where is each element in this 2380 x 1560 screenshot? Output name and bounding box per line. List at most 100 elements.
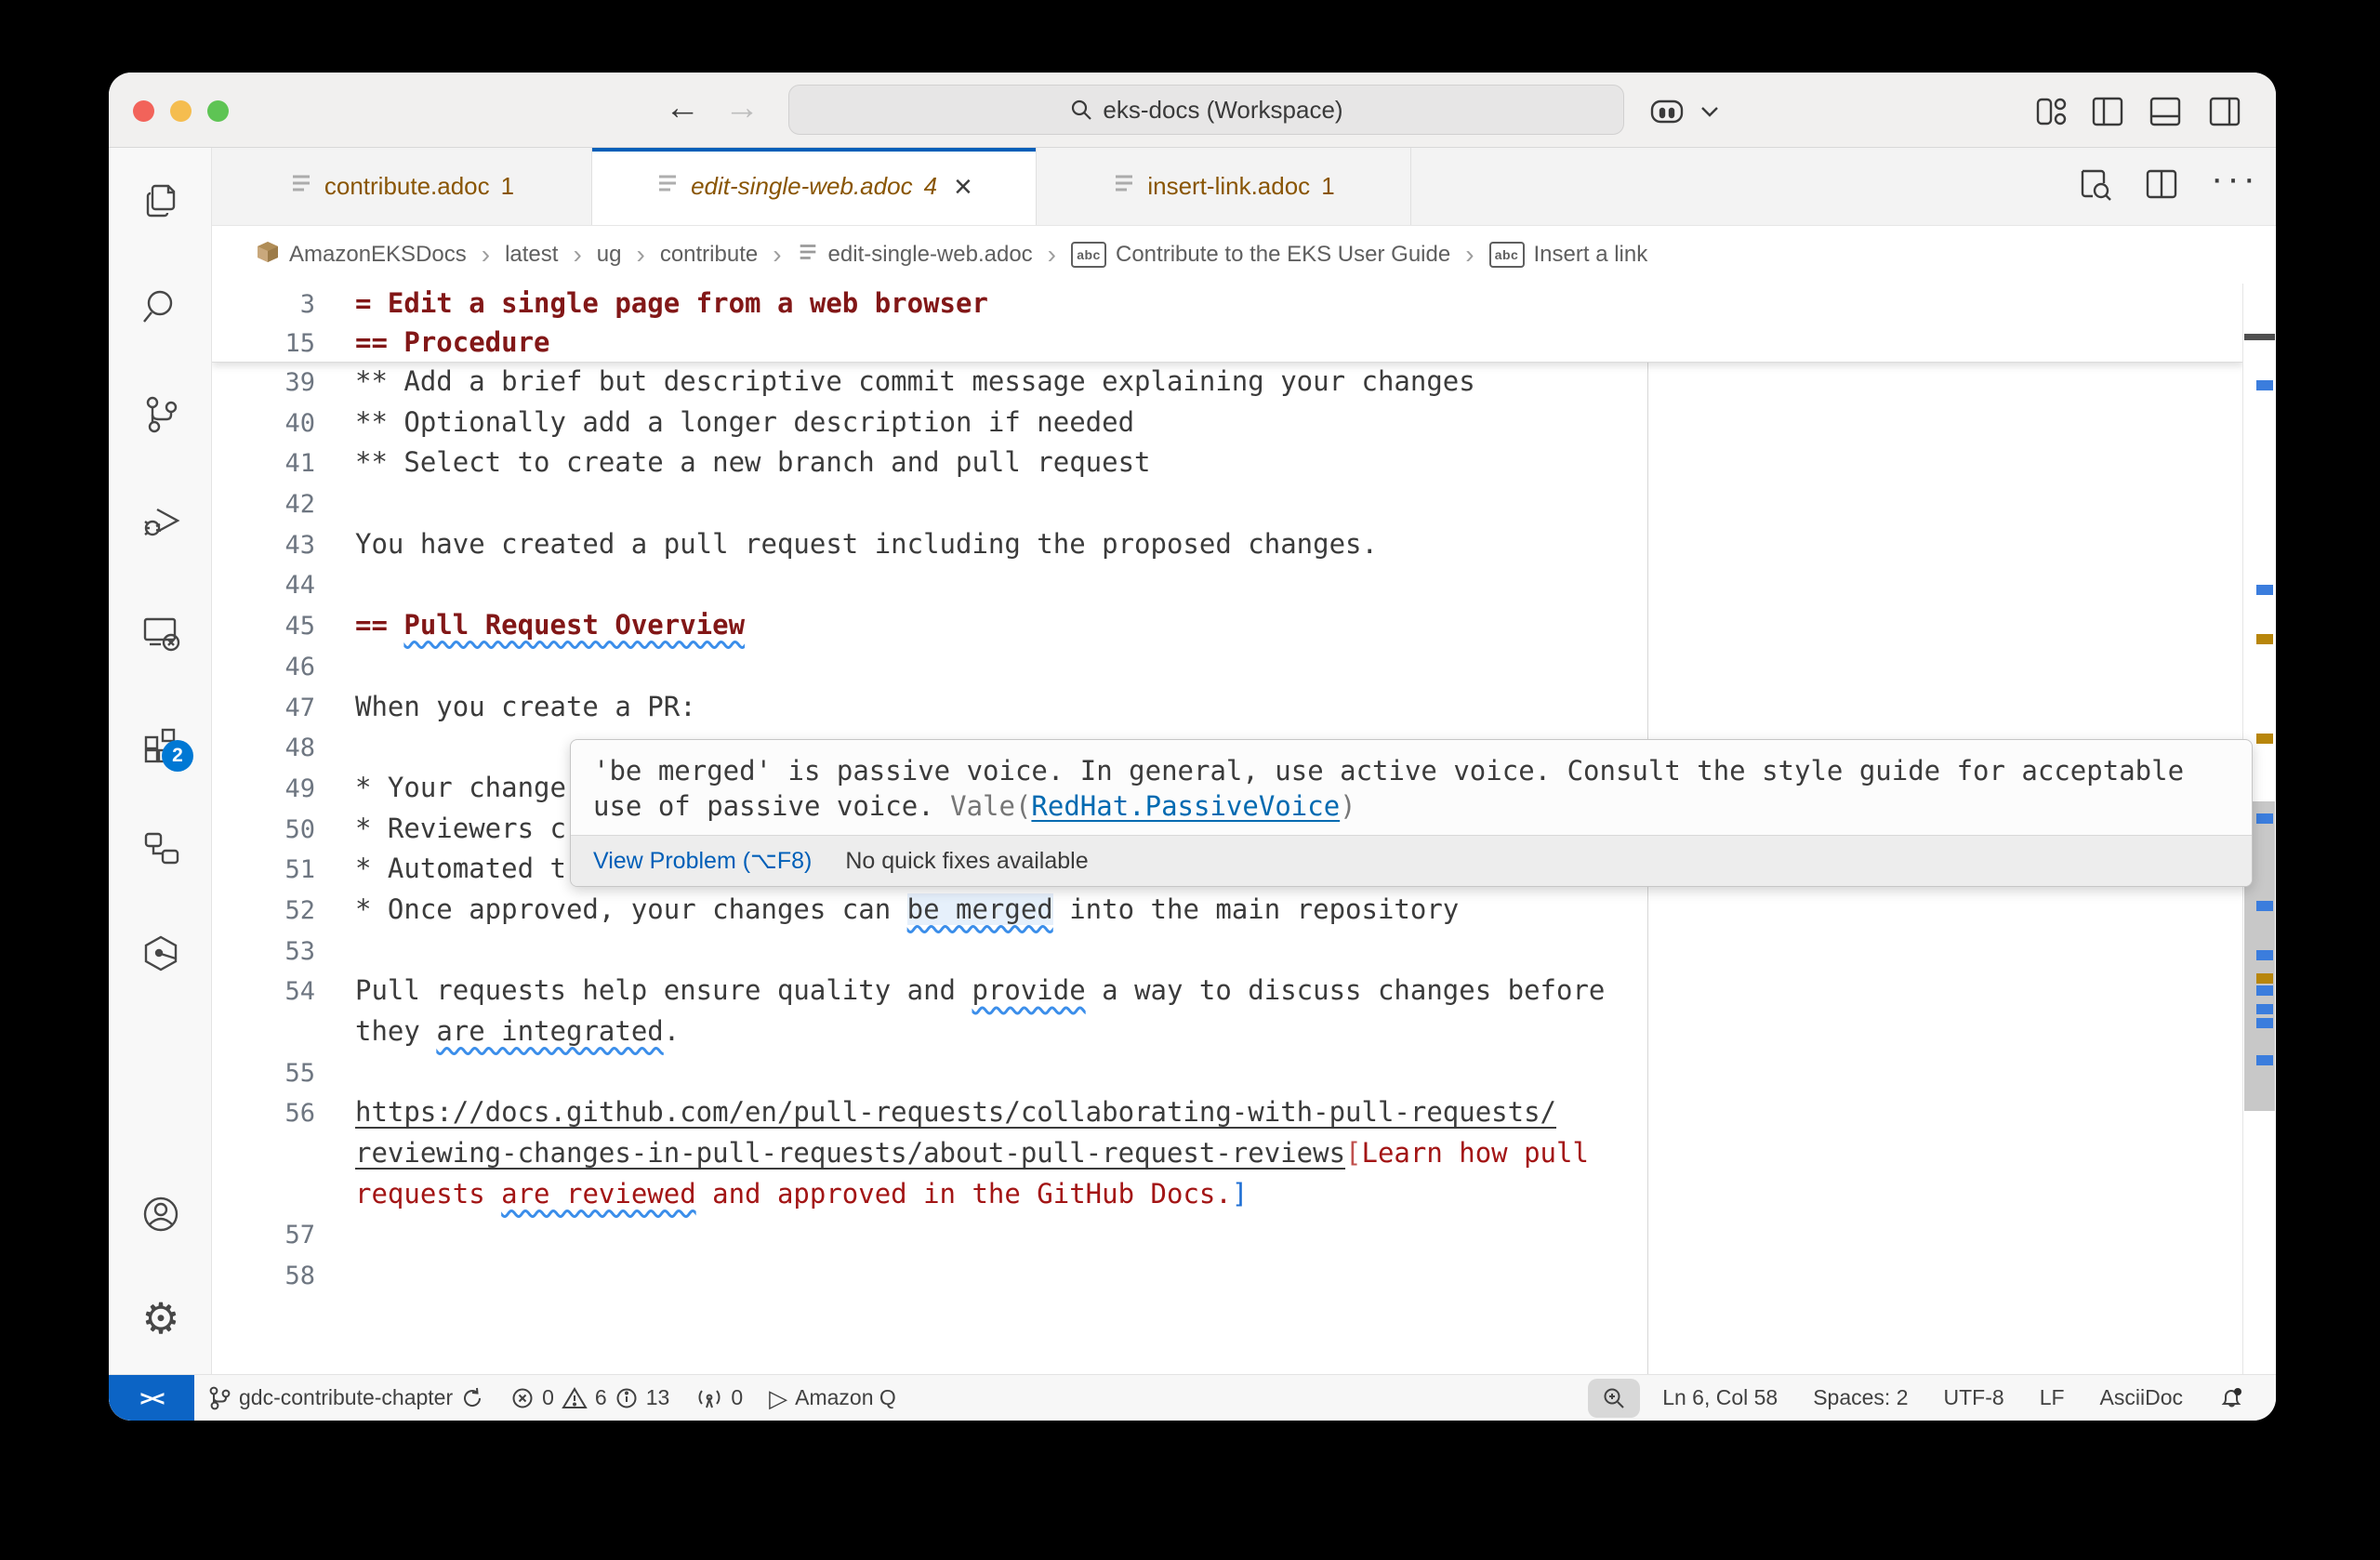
editor-line[interactable]: requests are reviewed and approved in th…	[212, 1174, 2243, 1215]
tab-label: insert-link.adoc	[1147, 172, 1310, 201]
editor[interactable]: 3= Edit a single page from a web browser…	[212, 284, 2276, 1374]
editor-line[interactable]: 45== Pull Request Overview	[212, 605, 2243, 646]
aws-hexagon-icon[interactable]	[139, 932, 182, 974]
cursor-position[interactable]: Ln 6, Col 58	[1649, 1375, 1791, 1421]
line-number[interactable]: 44	[212, 565, 315, 606]
source-control-icon[interactable]	[139, 393, 182, 436]
breadcrumb-item[interactable]: abcContribute to the EKS User Guide	[1071, 242, 1450, 268]
editor-line[interactable]: 43You have created a pull request includ…	[212, 524, 2243, 565]
search-icon[interactable]	[139, 285, 182, 328]
indentation[interactable]: Spaces: 2	[1800, 1375, 1921, 1421]
line-number[interactable]: 46	[212, 647, 315, 688]
run-debug-icon[interactable]	[139, 501, 182, 544]
editor-line[interactable]: reviewing-changes-in-pull-requests/about…	[212, 1133, 2243, 1174]
line-number[interactable]: 54	[212, 972, 315, 1012]
close-tab-icon[interactable]: ×	[954, 173, 972, 201]
encoding[interactable]: UTF-8	[1931, 1375, 2017, 1421]
breadcrumb-item[interactable]: ug	[597, 242, 622, 268]
view-problem-link[interactable]: View Problem (⌥F8)	[593, 847, 812, 875]
line-number[interactable]: 56	[212, 1093, 315, 1134]
line-number[interactable]: 41	[212, 443, 315, 484]
customize-layout-icon[interactable]	[2033, 93, 2070, 130]
line-number[interactable]: 51	[212, 850, 315, 891]
notifications-bell[interactable]	[2205, 1375, 2257, 1421]
remote-indicator[interactable]: ><	[109, 1375, 194, 1421]
toggle-panel-icon[interactable]	[2147, 93, 2184, 130]
overview-mark	[2256, 1055, 2273, 1065]
editor-line[interactable]: 3= Edit a single page from a web browser	[212, 284, 2243, 323]
back-arrow-icon[interactable]: ←	[665, 87, 700, 128]
editor-line[interactable]: 39** Add a brief but descriptive commit …	[212, 362, 2243, 403]
line-number[interactable]: 43	[212, 525, 315, 566]
editor-line[interactable]: 15== Procedure	[212, 323, 2243, 362]
editor-line[interactable]: 44	[212, 564, 2243, 605]
tab-insert-link.adoc[interactable]: insert-link.adoc1	[1037, 148, 1411, 225]
toggle-primary-sidebar-icon[interactable]	[2089, 93, 2126, 130]
close-window-button[interactable]	[133, 100, 154, 122]
editor-line[interactable]: 46	[212, 646, 2243, 687]
editor-line[interactable]: 54Pull requests help ensure quality and …	[212, 971, 2243, 1011]
language-mode[interactable]: AsciiDoc	[2087, 1375, 2196, 1421]
open-preview-icon[interactable]	[2077, 166, 2112, 206]
split-editor-icon[interactable]	[2144, 166, 2179, 206]
line-number[interactable]: 39	[212, 363, 315, 403]
eol-sequence[interactable]: LF	[2027, 1375, 2078, 1421]
line-number[interactable]: 15	[212, 324, 315, 364]
line-number[interactable]: 3	[212, 285, 315, 324]
tab-contribute.adoc[interactable]: contribute.adoc1	[212, 148, 592, 225]
line-number[interactable]: 58	[212, 1256, 315, 1297]
line-number[interactable]: 40	[212, 403, 315, 444]
sticky-scroll[interactable]: 3= Edit a single page from a web browser…	[212, 284, 2243, 363]
editor-line[interactable]: 55	[212, 1052, 2243, 1093]
line-number[interactable]: 49	[212, 769, 315, 810]
line-number[interactable]: 47	[212, 688, 315, 729]
remote-explorer-icon[interactable]	[139, 612, 182, 654]
line-number[interactable]: 53	[212, 932, 315, 972]
chevron-down-icon[interactable]	[1691, 93, 1728, 130]
forward-arrow-icon[interactable]: →	[724, 87, 760, 128]
toggle-secondary-sidebar-icon[interactable]	[2206, 93, 2243, 130]
breadcrumb-item[interactable]: contribute	[660, 242, 758, 268]
editor-line[interactable]: 56https://docs.github.com/en/pull-reques…	[212, 1092, 2243, 1133]
zoom-status-button[interactable]	[1588, 1379, 1640, 1418]
breadcrumb-item[interactable]: abcInsert a link	[1489, 242, 1648, 268]
copilot-icon[interactable]	[1648, 93, 1686, 130]
explorer-icon[interactable]	[139, 179, 182, 222]
editor-line[interactable]: 53	[212, 931, 2243, 972]
problems-item[interactable]: 0 6 13	[497, 1375, 682, 1421]
extensions-icon[interactable]: 2	[139, 721, 182, 764]
editor-line[interactable]: 58	[212, 1255, 2243, 1296]
editor-line[interactable]: 42	[212, 483, 2243, 524]
more-actions-icon[interactable]: ···	[2211, 169, 2259, 205]
line-number[interactable]: 52	[212, 891, 315, 932]
broadcast-item[interactable]: 0	[682, 1375, 756, 1421]
hierarchy-icon[interactable]	[139, 826, 182, 868]
editor-line[interactable]: 41** Select to create a new branch and p…	[212, 443, 2243, 483]
tab-edit-single-web.adoc[interactable]: edit-single-web.adoc4×	[592, 148, 1037, 225]
settings-gear-icon[interactable]: ⚙	[139, 1297, 182, 1340]
editor-line[interactable]: they are integrated.	[212, 1011, 2243, 1052]
vale-rule-link[interactable]: RedHat.PassiveVoice	[1031, 790, 1340, 822]
line-number[interactable]: 55	[212, 1053, 315, 1094]
line-number[interactable]: 42	[212, 484, 315, 525]
editor-line[interactable]: 57	[212, 1214, 2243, 1255]
branch-item[interactable]: gdc-contribute-chapter	[194, 1375, 497, 1421]
editor-line[interactable]: 47When you create a PR:	[212, 687, 2243, 728]
line-number[interactable]: 45	[212, 606, 315, 647]
line-number[interactable]: 57	[212, 1215, 315, 1256]
line-number[interactable]: 50	[212, 810, 315, 851]
breadcrumb-item[interactable]: AmazonEKSDocs	[256, 240, 467, 271]
breadcrumb-item[interactable]: edit-single-web.adoc	[797, 241, 1033, 270]
command-center-search[interactable]: eks-docs (Workspace)	[788, 85, 1624, 135]
editor-line[interactable]: 40** Optionally add a longer description…	[212, 403, 2243, 443]
editor-line[interactable]: 52* Once approved, your changes can be m…	[212, 890, 2243, 931]
minimize-window-button[interactable]	[170, 100, 192, 122]
zoom-window-button[interactable]	[207, 100, 229, 122]
account-icon[interactable]	[139, 1193, 182, 1236]
chevron-right-icon: ›	[571, 240, 583, 270]
breadcrumb-item[interactable]: latest	[505, 242, 558, 268]
line-number[interactable]: 48	[212, 728, 315, 769]
extensions-badge: 2	[162, 740, 193, 772]
tab-label: contribute.adoc	[324, 172, 490, 201]
amazon-q-item[interactable]: ▷ Amazon Q	[756, 1375, 909, 1421]
